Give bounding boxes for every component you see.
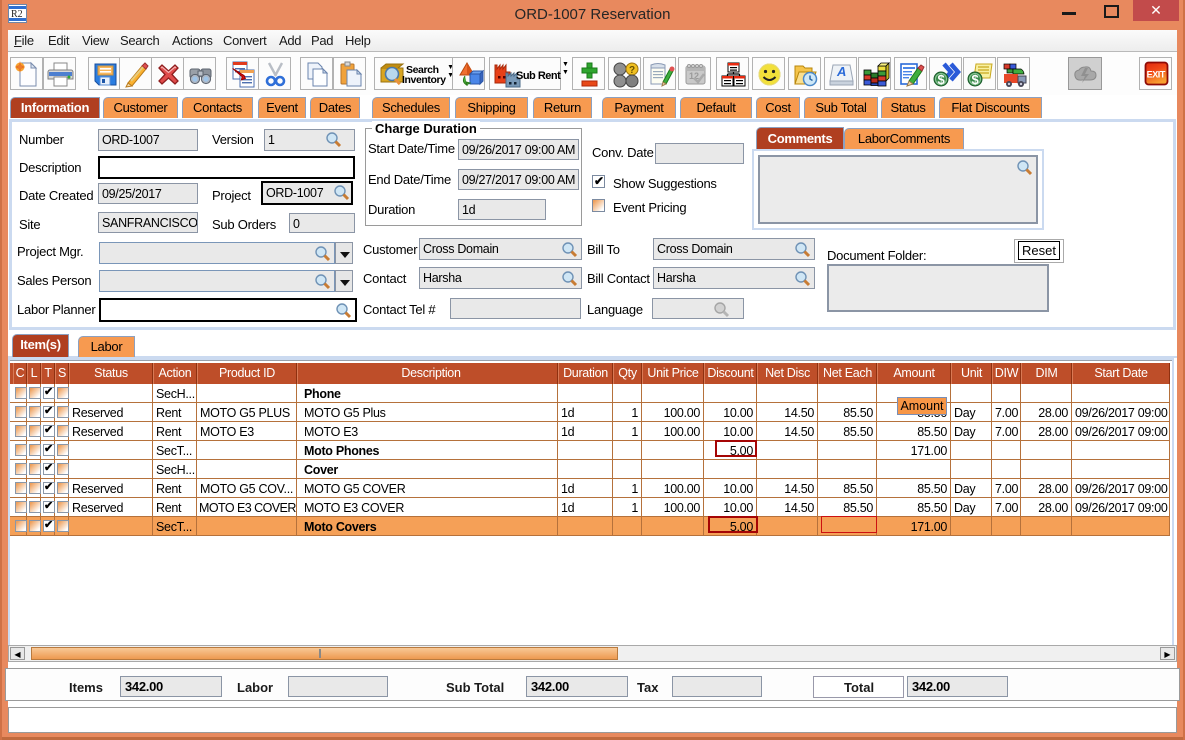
svg-text:Sub Rent: Sub Rent (516, 70, 561, 82)
svg-text:EXIT: EXIT (1147, 70, 1166, 80)
svg-text:A: A (836, 64, 846, 79)
svg-text:R2: R2 (11, 9, 23, 20)
svg-text:$: $ (938, 72, 946, 87)
svg-text:$: $ (972, 72, 980, 87)
svg-text:Inventory: Inventory (402, 74, 446, 86)
svg-text:?: ? (629, 65, 635, 76)
